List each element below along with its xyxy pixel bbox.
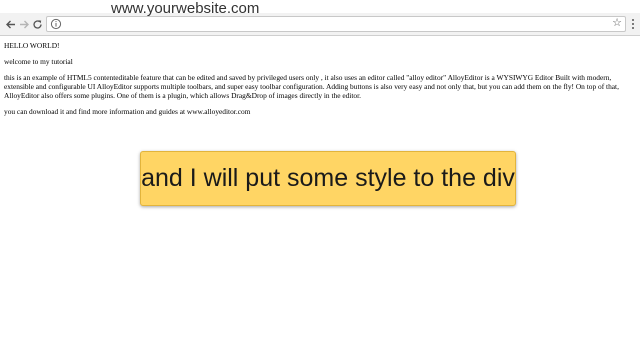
page-heading: HELLO WORLD! [4,41,60,50]
welcome-text: welcome to my tutorial [4,57,73,66]
styled-div-text: and I will put some style to the div [141,164,515,192]
browser-toolbar: ☆ [0,13,640,36]
address-bar[interactable]: ☆ [46,16,626,32]
styled-div-box[interactable]: and I will put some style to the div [140,151,516,206]
arrow-right-icon [19,20,29,28]
download-text: you can download it and find more inform… [4,107,251,116]
arrow-left-icon [5,20,15,28]
info-icon[interactable] [50,18,62,30]
reload-button[interactable] [30,16,44,32]
kebab-menu-icon[interactable] [629,17,637,31]
page-content: HELLO WORLD! welcome to my tutorial this… [4,41,634,123]
reload-icon [32,19,42,29]
description-paragraph[interactable]: this is an example of HTML5 contentedita… [4,73,634,100]
star-icon[interactable]: ☆ [612,16,622,30]
watermark-text: www.yourwebsite.com [111,0,260,17]
forward-button[interactable] [17,16,31,32]
back-button[interactable] [3,16,17,32]
